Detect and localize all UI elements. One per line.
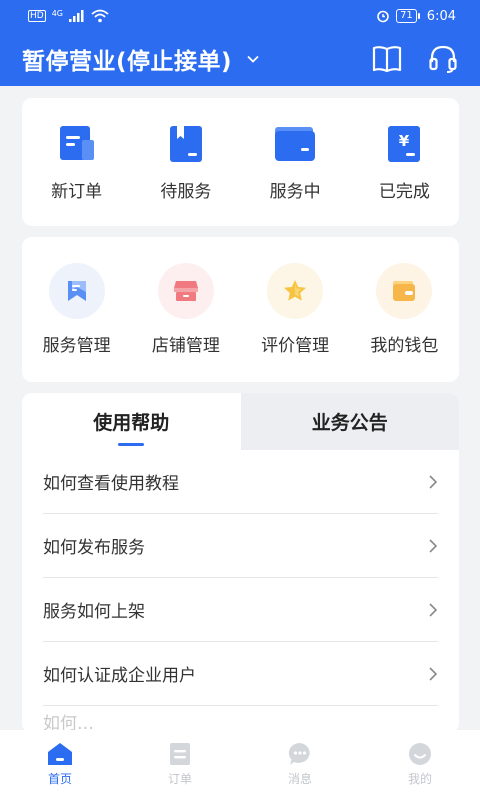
tabbar-messages[interactable]: 消息 [240,730,360,800]
tool-service-manage[interactable]: 服务管理 [22,237,131,382]
order-new-label: 新订单 [51,182,103,202]
wallet-icon [393,281,416,301]
help-item[interactable]: 如何… [43,706,438,734]
help-panel: 使用帮助 业务公告 如何查看使用教程 如何发布服务 服务如何上架 如何认证成企业… [22,393,459,733]
business-status-title[interactable]: 暂停营业(停止接单) [22,42,232,76]
chevron-right-icon [429,666,438,681]
pending-service-icon [169,126,202,162]
hd-indicator: HD [28,10,46,22]
chevron-right-icon [429,538,438,553]
svg-text:¥: ¥ [399,132,410,150]
order-new[interactable]: 新订单 [22,98,131,226]
help-tabs: 使用帮助 业务公告 [22,393,459,450]
home-icon [48,743,72,765]
order-status-card: 新订单 待服务 服务中 ¥ 已完成 [22,98,459,226]
tabbar-home[interactable]: 首页 [0,730,120,800]
order-in-service-label: 服务中 [269,182,321,202]
help-item[interactable]: 如何查看使用教程 [43,450,438,514]
tabbar-profile[interactable]: 我的 [360,730,480,800]
tool-shop-manage[interactable]: 店铺管理 [131,237,240,382]
order-pending-label: 待服务 [160,182,212,202]
help-item-label: 如何发布服务 [43,538,145,558]
review-manage-icon [284,280,307,301]
alarm-icon [377,10,389,23]
status-bar: HD 4G 71 6:04 [0,0,480,32]
tool-review-manage-label: 评价管理 [261,336,330,356]
help-item[interactable]: 如何发布服务 [43,514,438,578]
tabbar-orders-label: 订单 [167,772,192,786]
chevron-right-icon [429,474,438,489]
tab-usage-help[interactable]: 使用帮助 [22,393,241,450]
order-in-service[interactable]: 服务中 [241,98,350,226]
chevron-right-icon [429,602,438,617]
signal-icon [69,10,84,22]
battery-indicator: 71 [396,9,420,23]
chevron-down-icon[interactable] [246,52,260,66]
bottom-tab-bar: 首页 订单 消息 我的 [0,730,480,800]
in-service-icon [275,127,316,161]
tabbar-messages-label: 消息 [287,772,312,786]
tool-review-manage[interactable]: 评价管理 [241,237,350,382]
tabbar-orders[interactable]: 订单 [120,730,240,800]
message-icon [288,742,310,765]
profile-icon [409,743,431,765]
tool-wallet-label: 我的钱包 [370,336,439,356]
tool-shop-manage-label: 店铺管理 [151,336,220,356]
book-icon[interactable] [372,45,402,73]
tabbar-home-label: 首页 [47,772,72,786]
help-item-label: 服务如何上架 [43,602,145,622]
order-completed-label: 已完成 [378,182,430,202]
tool-wallet[interactable]: 我的钱包 [350,237,459,382]
app-header: HD 4G 71 6:04 暂停营业(停止接单) [0,0,480,86]
order-pending[interactable]: 待服务 [131,98,240,226]
order-completed[interactable]: ¥ 已完成 [350,98,459,226]
wifi-icon [91,9,109,23]
help-item-label: 如何认证成企业用户 [43,666,196,686]
help-item-label: 如何查看使用教程 [43,474,179,494]
help-item[interactable]: 服务如何上架 [43,578,438,642]
help-item[interactable]: 如何认证成企业用户 [43,642,438,706]
tabbar-profile-label: 我的 [407,772,432,786]
help-list: 如何查看使用教程 如何发布服务 服务如何上架 如何认证成企业用户 如何… [22,450,459,733]
tab-business-notice[interactable]: 业务公告 [240,393,459,450]
clock: 6:04 [426,8,456,24]
tools-card: 服务管理 店铺管理 评价管理 我的钱包 [22,237,459,382]
tool-service-manage-label: 服务管理 [42,336,111,356]
headset-icon[interactable] [428,44,458,74]
completed-icon: ¥ [388,126,421,162]
order-icon [170,743,190,765]
service-manage-icon [67,281,86,301]
network-type: 4G [51,8,63,18]
new-order-icon [59,126,94,160]
shop-manage-icon [173,281,198,301]
